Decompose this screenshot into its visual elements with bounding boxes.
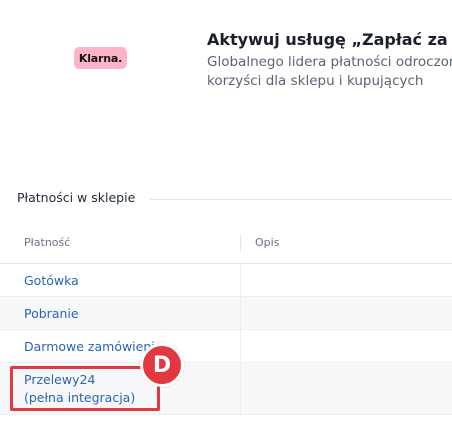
column-divider <box>240 264 241 296</box>
column-header-description: Opis <box>255 236 280 249</box>
annotation-highlight-box <box>10 366 160 411</box>
klarna-promo-banner: Klarna. Aktywuj usługę „Zapłać za 30 d G… <box>0 0 452 130</box>
section-divider <box>150 199 452 200</box>
section-title: Płatności w sklepie <box>17 190 136 205</box>
table-header: Płatność Opis <box>0 222 452 264</box>
promo-description-line1: Globalnego lidera płatności odroczon <box>207 54 452 70</box>
table-row: Pobranie <box>0 297 452 330</box>
promo-title: Aktywuj usługę „Zapłać za 30 d <box>207 30 452 49</box>
payment-link-pobranie[interactable]: Pobranie <box>24 306 238 321</box>
column-divider <box>240 234 241 252</box>
payment-link-darmowe-zamowienie[interactable]: Darmowe zamówienie <box>24 339 238 354</box>
column-divider <box>240 363 241 414</box>
promo-description-line2: korzyści dla sklepu i kupujących <box>207 73 424 89</box>
table-row: Darmowe zamówienie <box>0 330 452 363</box>
payment-link-gotowka[interactable]: Gotówka <box>24 273 238 288</box>
annotation-marker: D <box>140 343 184 387</box>
table-row: Gotówka <box>0 264 452 297</box>
column-header-payment: Płatność <box>24 236 71 249</box>
column-divider <box>240 330 241 362</box>
column-divider <box>240 297 241 329</box>
promo-description: Globalnego lidera płatności odroczon kor… <box>207 53 452 91</box>
klarna-logo: Klarna. <box>74 47 127 69</box>
